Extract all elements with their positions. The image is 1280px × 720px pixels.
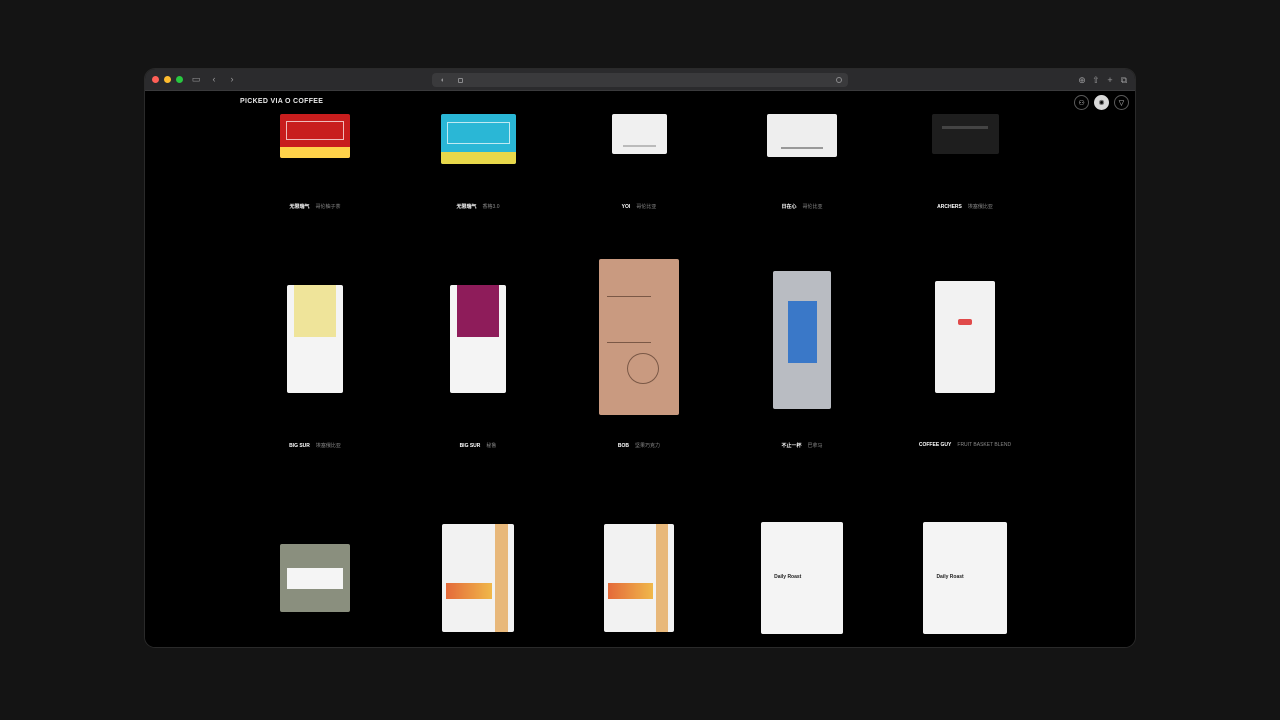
product-image[interactable]	[599, 259, 679, 415]
maximize-button[interactable]	[176, 76, 183, 83]
forward-icon[interactable]: ›	[227, 75, 237, 85]
product-brand: 日在心	[781, 204, 797, 210]
theme-button[interactable]: ✺	[1094, 95, 1109, 110]
user-button[interactable]: ⚇	[1074, 95, 1089, 110]
product-image[interactable]	[611, 114, 667, 154]
product-image[interactable]	[767, 114, 837, 157]
window-controls	[152, 76, 183, 83]
product-brand: BIG SUR	[459, 443, 481, 449]
product-label: BIG SUR 秘鲁	[460, 442, 497, 449]
product-label: 不止一杯 巴拿马	[781, 442, 822, 449]
product-name: FRUIT BASKET BLEND	[957, 442, 1012, 448]
product-label: 无限瑞气 哥伦柚子茶	[289, 203, 340, 210]
product-card[interactable]: BOB 坚果巧克力	[579, 259, 699, 449]
reload-icon[interactable]	[836, 77, 842, 83]
product-image[interactable]	[280, 114, 350, 158]
filter-icon: ▽	[1118, 99, 1125, 107]
product-name: 哥伦柚子茶	[315, 204, 341, 210]
product-name: 秘鲁	[486, 443, 497, 449]
product-card[interactable]: BIG SUR 埃塞俄比亚	[255, 285, 375, 449]
product-label: 日在心 哥伦比亚	[781, 203, 822, 210]
product-card[interactable]: BIG SUR 秘鲁	[418, 285, 538, 449]
product-brand: 无限瑞气	[456, 204, 477, 210]
product-card[interactable]: 不止一杯 巴拿马	[742, 271, 862, 449]
close-button[interactable]	[152, 76, 159, 83]
share-icon[interactable]: ⇧	[1091, 75, 1101, 85]
header-actions: ⚇ ✺ ▽	[1074, 95, 1129, 110]
product-brand: COFFEE GUY	[918, 442, 952, 448]
product-image[interactable]	[935, 281, 995, 393]
product-image[interactable]	[442, 524, 514, 632]
product-card[interactable]: COFFEE GUY FRUIT BASKET BLEND	[905, 281, 1025, 448]
person-icon: ⚇	[1078, 99, 1085, 107]
product-name: 哥伦比亚	[802, 204, 823, 210]
product-brand: YOI	[621, 204, 631, 210]
title-bar: ▭ ‹ › ◐ ⊕ ⇧ + ⧉	[145, 69, 1135, 91]
product-card[interactable]: 日在心 哥伦比亚	[742, 114, 862, 210]
product-image[interactable]	[773, 271, 831, 409]
back-icon[interactable]: ‹	[209, 75, 219, 85]
product-brand: 无限瑞气	[289, 204, 310, 210]
browser-window: ▭ ‹ › ◐ ⊕ ⇧ + ⧉ PICKED VIA O COFFEE ⚇ ✺ …	[145, 69, 1135, 647]
lock-icon	[458, 77, 463, 83]
address-bar[interactable]: ◐	[432, 73, 848, 87]
product-image[interactable]	[280, 544, 350, 612]
product-name: 香格3.0	[482, 204, 500, 210]
product-card[interactable]: 无限瑞气 哥伦柚子茶	[255, 114, 375, 210]
product-name: 埃塞俄比亚	[315, 443, 341, 449]
product-name: 巴拿马	[807, 443, 823, 449]
sun-icon: ✺	[1098, 99, 1105, 107]
product-brand: ARCHERS	[937, 204, 962, 210]
minimize-button[interactable]	[164, 76, 171, 83]
product-label: 无限瑞气 香格3.0	[457, 203, 500, 210]
product-image[interactable]	[931, 114, 999, 154]
page-icon: ◐	[440, 76, 446, 84]
product-image[interactable]: Daily Roast	[761, 522, 843, 634]
product-card[interactable]	[418, 524, 538, 632]
product-label: BIG SUR 埃塞俄比亚	[289, 442, 341, 449]
product-image[interactable]	[287, 285, 343, 393]
product-image[interactable]	[604, 524, 674, 632]
new-tab-icon[interactable]: +	[1105, 75, 1115, 85]
product-name: 哥伦比亚	[636, 204, 657, 210]
product-brand: 不止一杯	[781, 443, 802, 449]
product-name: 坚果巧克力	[635, 443, 661, 449]
product-name: 埃塞俄比亚	[967, 204, 993, 210]
product-image[interactable]	[450, 285, 506, 393]
product-card[interactable]: YOI 哥伦比亚	[579, 114, 699, 210]
tabs-icon[interactable]: ⧉	[1119, 75, 1129, 85]
filter-button[interactable]: ▽	[1114, 95, 1129, 110]
product-card[interactable]: ARCHERS 埃塞俄比亚	[905, 114, 1025, 210]
product-image[interactable]	[440, 114, 516, 164]
product-card[interactable]	[255, 544, 375, 612]
page-content: PICKED VIA O COFFEE ⚇ ✺ ▽ 无限瑞气 哥伦柚子茶 无限瑞气香…	[145, 91, 1135, 647]
product-card[interactable]	[579, 524, 699, 632]
globe-icon[interactable]: ⊕	[1077, 75, 1087, 85]
product-label: COFFEE GUY FRUIT BASKET BLEND	[919, 442, 1011, 448]
product-card[interactable]: 无限瑞气 香格3.0	[418, 114, 538, 210]
product-label: YOI 哥伦比亚	[622, 203, 657, 210]
sidebar-icon[interactable]: ▭	[191, 75, 201, 85]
brand-title[interactable]: PICKED VIA O COFFEE	[240, 98, 323, 105]
browser-actions: ⊕ ⇧ + ⧉	[1077, 69, 1129, 91]
product-brand: BIG SUR	[289, 443, 310, 449]
product-label: BOB 坚果巧克力	[618, 442, 660, 449]
product-label: ARCHERS 埃塞俄比亚	[937, 203, 993, 210]
product-card[interactable]: Daily Roast	[905, 522, 1025, 634]
product-image[interactable]: Daily Roast	[923, 522, 1007, 634]
product-card[interactable]: Daily Roast	[742, 522, 862, 634]
product-brand: BOB	[617, 443, 630, 449]
